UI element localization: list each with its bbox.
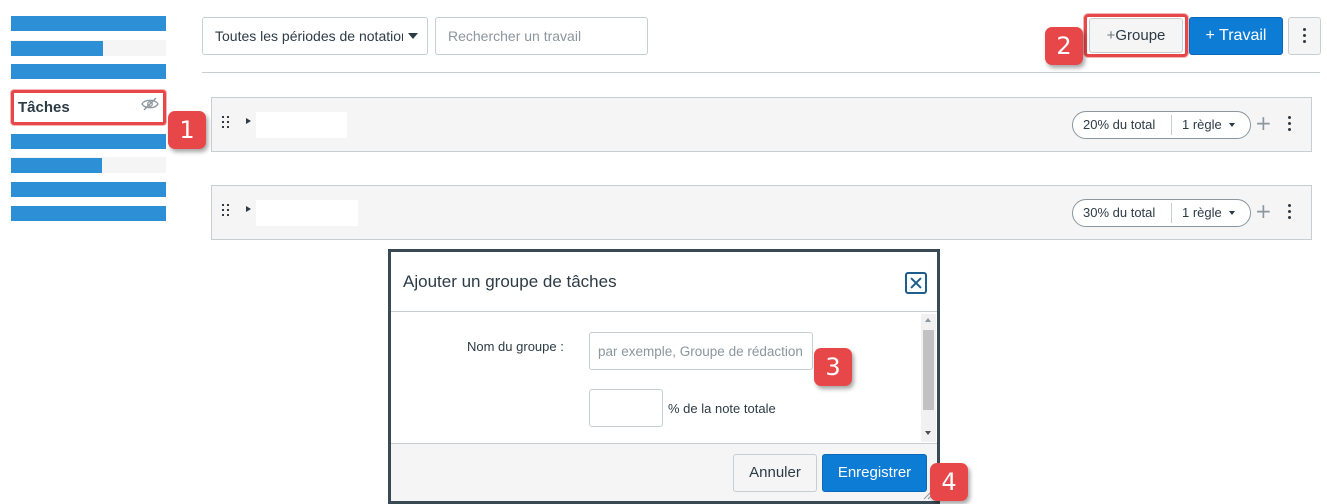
assignment-group-row[interactable]: 20% du total 1 règle + xyxy=(211,97,1312,152)
add-group-button[interactable]: +Groupe xyxy=(1089,18,1183,53)
group-name-redacted xyxy=(256,200,358,226)
scrollbar[interactable] xyxy=(921,314,936,442)
eye-slash-icon[interactable] xyxy=(141,97,159,111)
pill-separator xyxy=(1171,115,1172,135)
cancel-button[interactable]: Annuler xyxy=(733,454,817,492)
toolbar-divider xyxy=(202,72,1320,73)
sidebar-item-placeholder[interactable] xyxy=(11,16,166,31)
caret-right-icon[interactable] xyxy=(246,118,251,124)
add-group-dialog: Ajouter un groupe de tâches Nom du group… xyxy=(388,249,940,504)
drag-handle-icon[interactable] xyxy=(222,204,232,220)
callout-badge-2: 2 xyxy=(1045,27,1083,65)
add-assignment-plus-icon[interactable]: + xyxy=(1255,112,1272,134)
dialog-footer: Annuler Enregistrer xyxy=(391,443,937,501)
kebab-menu-icon xyxy=(1303,28,1307,46)
group-rules-label[interactable]: 1 règle xyxy=(1182,112,1222,138)
sidebar-item-tasks[interactable]: Tâches xyxy=(11,90,166,125)
dialog-title: Ajouter un groupe de tâches xyxy=(403,272,617,291)
group-weight-pill[interactable]: 30% du total 1 règle xyxy=(1072,199,1251,227)
callout-badge-4: 4 xyxy=(930,463,968,501)
group-weight-pill[interactable]: 20% du total 1 règle xyxy=(1072,111,1251,139)
dialog-header: Ajouter un groupe de tâches xyxy=(391,252,937,312)
chevron-down-icon xyxy=(1229,123,1235,127)
chevron-down-icon xyxy=(1229,211,1235,215)
sidebar-item-label: Tâches xyxy=(18,99,70,116)
percent-label: % de la note totale xyxy=(668,401,776,416)
sidebar-item-placeholder[interactable] xyxy=(11,41,103,56)
callout-badge-1: 1 xyxy=(168,111,206,149)
callout-badge-3: 3 xyxy=(814,348,852,386)
kebab-menu-icon[interactable] xyxy=(1288,116,1292,134)
close-icon[interactable] xyxy=(905,272,927,294)
scroll-up-arrow-icon[interactable] xyxy=(925,318,931,322)
sidebar-item-placeholder[interactable] xyxy=(11,158,102,173)
scrollbar-thumb[interactable] xyxy=(923,330,934,410)
group-weight-label: 20% du total xyxy=(1083,117,1156,132)
sidebar-item-placeholder[interactable] xyxy=(11,134,166,149)
add-assignment-plus-icon[interactable]: + xyxy=(1255,200,1272,222)
drag-handle-icon[interactable] xyxy=(222,116,232,132)
grading-period-value: Toutes les périodes de notation xyxy=(215,28,403,44)
sidebar-item-placeholder[interactable] xyxy=(11,64,166,79)
group-name-label: Nom du groupe : xyxy=(467,339,564,354)
add-assignment-button[interactable]: + Travail xyxy=(1189,17,1283,55)
add-group-label: Groupe xyxy=(1115,27,1166,44)
chevron-down-icon xyxy=(408,33,418,39)
more-options-button[interactable] xyxy=(1288,17,1321,55)
assignment-group-row[interactable]: 30% du total 1 règle + xyxy=(211,185,1312,240)
save-button[interactable]: Enregistrer xyxy=(822,454,927,492)
group-weight-label: 30% du total xyxy=(1083,205,1156,220)
group-name-redacted xyxy=(256,112,347,138)
group-rules-label[interactable]: 1 règle xyxy=(1182,200,1222,226)
pill-separator xyxy=(1171,203,1172,223)
kebab-menu-icon[interactable] xyxy=(1288,204,1292,222)
grading-period-select[interactable]: Toutes les périodes de notation xyxy=(202,17,428,55)
caret-right-icon[interactable] xyxy=(246,206,251,212)
add-assignment-label: Travail xyxy=(1219,27,1267,44)
scroll-down-arrow-icon[interactable] xyxy=(925,431,931,435)
sidebar-item-placeholder[interactable] xyxy=(11,182,166,197)
group-name-field[interactable] xyxy=(589,332,813,370)
search-input[interactable] xyxy=(435,17,648,55)
plus-icon: + xyxy=(1205,27,1215,44)
sidebar-item-placeholder[interactable] xyxy=(11,206,166,221)
percent-field[interactable] xyxy=(589,389,663,427)
